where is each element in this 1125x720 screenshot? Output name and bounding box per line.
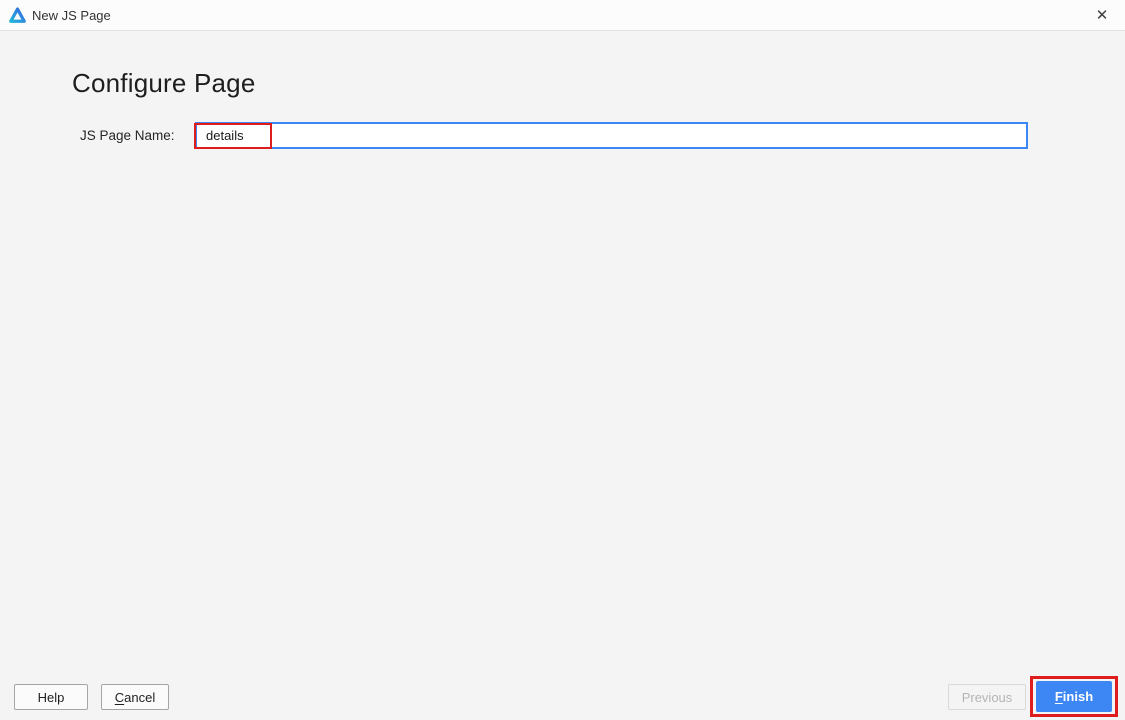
previous-button-label: Previous xyxy=(961,689,1013,705)
help-button-label: Help xyxy=(37,689,65,705)
help-button[interactable]: Help xyxy=(14,684,88,710)
page-title: Configure Page xyxy=(72,68,256,98)
finish-button-label: Finish xyxy=(1054,689,1094,704)
deveco-studio-logo-icon xyxy=(9,6,26,24)
cancel-button[interactable]: Cancel xyxy=(101,684,169,710)
js-page-name-label: JS Page Name: xyxy=(80,128,175,143)
window-title: New JS Page xyxy=(32,7,111,23)
window-titlebar: New JS Page ✕ xyxy=(0,0,1125,31)
js-page-name-input[interactable] xyxy=(195,122,1028,149)
cancel-button-label: Cancel xyxy=(114,689,156,705)
finish-button[interactable]: Finish xyxy=(1036,681,1112,712)
previous-button[interactable]: Previous xyxy=(948,684,1026,710)
close-icon[interactable]: ✕ xyxy=(1079,0,1125,30)
